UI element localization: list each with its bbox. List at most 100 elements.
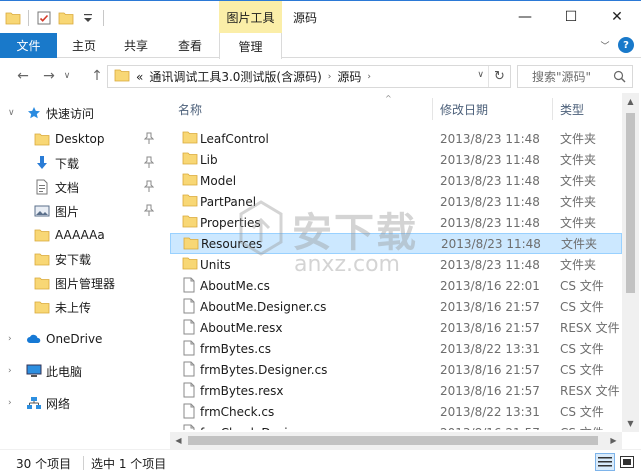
sidebar-item-desktop[interactable]: Desktop bbox=[0, 128, 160, 150]
breadcrumb-item[interactable]: 源码 bbox=[337, 68, 361, 85]
pin-icon[interactable] bbox=[143, 156, 155, 171]
file-modified-date: 2013/8/16 21:57 bbox=[440, 426, 540, 431]
column-divider[interactable] bbox=[432, 98, 433, 120]
file-row[interactable]: AboutMe.cs 2013/8/16 22:01 CS 文件 bbox=[170, 275, 622, 296]
close-button[interactable]: ✕ bbox=[594, 1, 640, 33]
sidebar-item--[interactable]: 文档 bbox=[0, 176, 160, 198]
item-count: 30 个项目 bbox=[16, 457, 72, 471]
minimize-button[interactable]: — bbox=[502, 1, 548, 33]
file-type: 文件夹 bbox=[560, 174, 597, 188]
up-button[interactable]: ↑ bbox=[86, 66, 108, 86]
breadcrumb-separator-icon[interactable]: › bbox=[328, 72, 332, 82]
address-bar[interactable]: « 通讯调试工具3.0测试版(含源码) › 源码 › ∨ ↻ bbox=[107, 65, 511, 88]
sidebar-item-label: 网络 bbox=[46, 396, 71, 411]
scroll-down-icon[interactable]: ▼ bbox=[622, 415, 639, 432]
new-folder-icon[interactable] bbox=[57, 9, 75, 27]
sidebar-item-aaaaaa[interactable]: AAAAAa bbox=[0, 224, 160, 246]
column-header-type[interactable]: 类型 bbox=[560, 96, 584, 122]
file-row[interactable]: frmBytes.Designer.cs 2013/8/16 21:57 CS 文件 bbox=[170, 359, 622, 380]
breadcrumb-separator-icon[interactable]: › bbox=[367, 72, 371, 82]
folder-icon bbox=[34, 131, 50, 147]
scroll-right-icon[interactable]: ▶ bbox=[605, 432, 622, 449]
properties-icon[interactable] bbox=[35, 9, 53, 27]
column-header-name[interactable]: 名称 bbox=[178, 96, 202, 122]
details-view-icon[interactable] bbox=[595, 453, 615, 471]
window-title: 源码 bbox=[293, 11, 318, 25]
maximize-button[interactable]: ☐ bbox=[548, 1, 594, 33]
file-type: 文件夹 bbox=[561, 237, 598, 251]
file-type: 文件夹 bbox=[560, 132, 597, 146]
file-name: frmCheck.Designer.cs bbox=[200, 426, 331, 431]
file-row[interactable]: Units 2013/8/23 11:48 文件夹 bbox=[170, 254, 622, 275]
pin-icon[interactable] bbox=[143, 204, 155, 219]
file-row[interactable]: Properties 2013/8/23 11:48 文件夹 bbox=[170, 212, 622, 233]
file-modified-date: 2013/8/16 21:57 bbox=[440, 383, 540, 398]
column-divider[interactable] bbox=[552, 98, 553, 120]
sidebar-item--[interactable]: 安下载 bbox=[0, 248, 160, 270]
file-row[interactable]: AboutMe.Designer.cs 2013/8/16 21:57 CS 文件 bbox=[170, 296, 622, 317]
breadcrumb-overflow[interactable]: « bbox=[136, 70, 143, 84]
large-icons-view-icon[interactable] bbox=[617, 453, 637, 471]
file-row[interactable]: frmCheck.cs 2013/8/22 13:31 CS 文件 bbox=[170, 401, 622, 422]
tab-view[interactable]: 查看 bbox=[168, 33, 212, 58]
scroll-thumb[interactable] bbox=[188, 436, 598, 445]
sidebar-item--[interactable]: 图片 bbox=[0, 200, 160, 222]
sidebar-item--[interactable]: › 网络 bbox=[0, 392, 160, 414]
file-row[interactable]: frmCheck.Designer.cs 2013/8/16 21:57 CS 文件 bbox=[170, 422, 622, 430]
scroll-left-icon[interactable]: ◀ bbox=[170, 432, 187, 449]
title-bar: 图片工具 源码 — ☐ ✕ bbox=[0, 0, 641, 34]
chevron-right-icon[interactable]: › bbox=[8, 398, 18, 408]
file-name: frmBytes.Designer.cs bbox=[200, 362, 328, 377]
folder-icon bbox=[183, 236, 199, 252]
chevron-right-icon[interactable]: › bbox=[8, 366, 18, 376]
chevron-down-icon[interactable]: ∨ bbox=[8, 108, 18, 118]
file-row[interactable]: Lib 2013/8/23 11:48 文件夹 bbox=[170, 149, 622, 170]
folder-icon[interactable] bbox=[4, 9, 22, 27]
address-dropdown-icon[interactable]: ∨ bbox=[477, 70, 484, 80]
customize-toolbar-icon[interactable] bbox=[79, 9, 97, 27]
recent-locations-chevron-icon[interactable]: ∨ bbox=[60, 66, 74, 86]
file-row[interactable]: frmBytes.resx 2013/8/16 21:57 RESX 文件 bbox=[170, 380, 622, 401]
horizontal-scrollbar[interactable]: ◀ ▶ bbox=[170, 432, 622, 449]
file-name: frmBytes.cs bbox=[200, 341, 271, 356]
scroll-up-icon[interactable]: ▲ bbox=[622, 93, 639, 110]
file-row[interactable]: Model 2013/8/23 11:48 文件夹 bbox=[170, 170, 622, 191]
sidebar-item--[interactable]: 下载 bbox=[0, 152, 160, 174]
sidebar-item--[interactable]: 图片管理器 bbox=[0, 272, 160, 294]
sidebar-item--[interactable]: ∨ 快速访问 bbox=[0, 102, 160, 124]
tab-file[interactable]: 文件 bbox=[0, 33, 57, 58]
help-icon[interactable]: ? bbox=[618, 37, 634, 53]
tab-share[interactable]: 共享 bbox=[114, 33, 158, 58]
download-icon bbox=[34, 155, 50, 171]
scroll-thumb[interactable] bbox=[626, 113, 635, 293]
sidebar-item--[interactable]: › 此电脑 bbox=[0, 360, 160, 382]
file-type: RESX 文件 bbox=[560, 321, 620, 335]
file-row[interactable]: LeafControl 2013/8/23 11:48 文件夹 bbox=[170, 128, 622, 149]
file-row[interactable]: PartPanel 2013/8/23 11:48 文件夹 bbox=[170, 191, 622, 212]
document-icon bbox=[34, 179, 50, 195]
refresh-button[interactable]: ↻ bbox=[488, 66, 510, 87]
sidebar-item--[interactable]: 未上传 bbox=[0, 296, 160, 318]
pin-icon[interactable] bbox=[143, 132, 155, 147]
tab-home[interactable]: 主页 bbox=[62, 33, 106, 58]
breadcrumb-item[interactable]: 通讯调试工具3.0测试版(含源码) bbox=[149, 68, 321, 85]
file-row[interactable]: frmBytes.cs 2013/8/22 13:31 CS 文件 bbox=[170, 338, 622, 359]
ribbon-expand-icon[interactable]: ﹀ bbox=[598, 38, 612, 52]
column-header-date[interactable]: 修改日期 bbox=[440, 96, 488, 122]
tab-manage[interactable]: 管理 bbox=[219, 33, 282, 59]
pin-icon[interactable] bbox=[143, 180, 155, 195]
sidebar-item-onedrive[interactable]: › OneDrive bbox=[0, 328, 160, 350]
file-modified-date: 2013/8/16 21:57 bbox=[440, 299, 540, 314]
vertical-scrollbar[interactable]: ▲ ▼ bbox=[622, 93, 639, 432]
search-input[interactable]: 搜索"源码" bbox=[517, 65, 633, 88]
navigation-pane: ∨ 快速访问 Desktop 下载 文档 图片 AAAAAa 安下载 图片管理器 未上传 › OneD… bbox=[0, 93, 160, 448]
file-row[interactable]: AboutMe.resx 2013/8/16 21:57 RESX 文件 bbox=[170, 317, 622, 338]
file-type: 文件夹 bbox=[560, 195, 597, 209]
file-icon bbox=[182, 277, 198, 293]
chevron-right-icon[interactable]: › bbox=[8, 334, 18, 344]
file-row[interactable]: Resources 2013/8/23 11:48 文件夹 bbox=[170, 233, 622, 254]
back-button[interactable]: ← bbox=[12, 66, 34, 86]
forward-button[interactable]: → bbox=[38, 66, 60, 86]
computer-icon bbox=[26, 363, 42, 379]
file-list: LeafControl 2013/8/23 11:48 文件夹 Lib 2013/8/2… bbox=[170, 128, 622, 430]
